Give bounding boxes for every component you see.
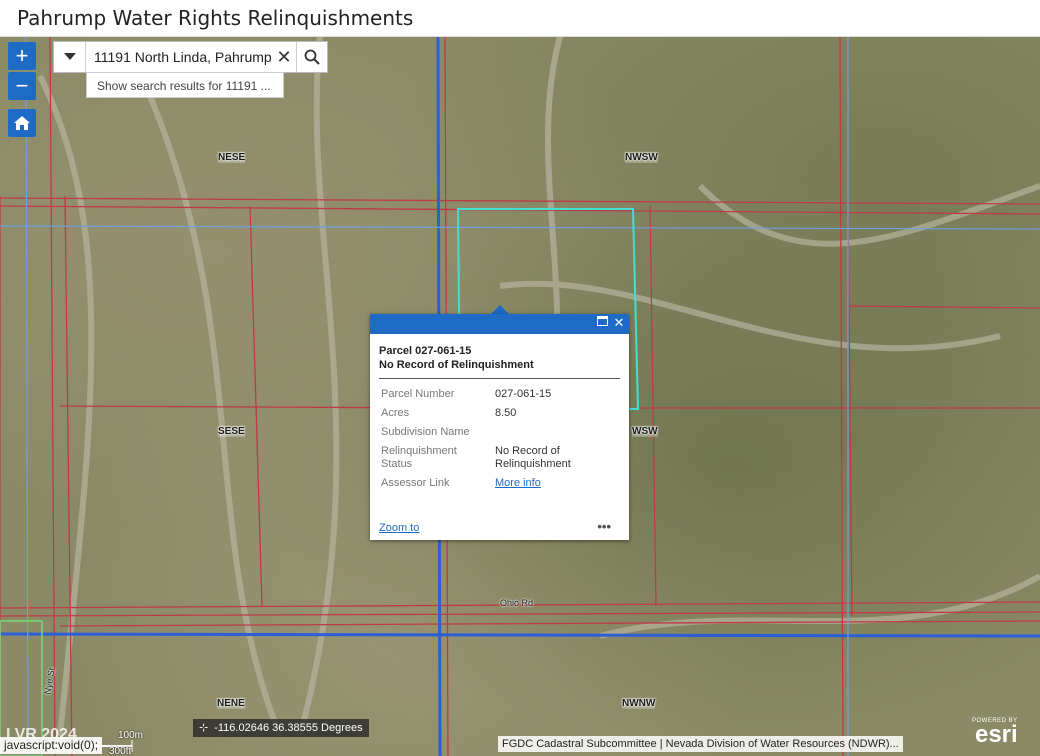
attr-key: Parcel Number	[381, 388, 455, 400]
attr-value: 8.50	[495, 407, 517, 419]
attr-row: Subdivision Name	[379, 423, 627, 442]
app-title: Pahrump Water Rights Relinquishments	[17, 6, 414, 30]
popup-title-status: No Record of Relinquishment	[379, 359, 534, 371]
attr-row: Parcel Number 027-061-15	[379, 385, 627, 404]
scale-metric: 100m	[118, 730, 144, 741]
attribution-bar[interactable]: FGDC Cadastral Subcommittee | Nevada Div…	[498, 736, 903, 752]
watermark: LVR 2024	[6, 726, 77, 743]
coordinate-text: -116.02646 36.38555 Degrees	[214, 722, 363, 734]
search-input[interactable]: 11191 North Linda, Pahrump	[86, 42, 272, 72]
esri-logo[interactable]: POWERED BY esri	[972, 718, 1018, 748]
zoom-in-button[interactable]: +	[8, 42, 36, 70]
popup-attributes: Parcel Number 027-061-15 Acres 8.50 Subdiv…	[379, 385, 627, 493]
clear-search-button[interactable]: ✕	[272, 42, 296, 72]
popup-header: ✕	[370, 314, 629, 334]
parcel-popup: ✕ Parcel 027-061-15 No Record of Relinqu…	[370, 314, 629, 540]
chevron-down-icon	[63, 53, 76, 60]
attr-value: No Record of Relinquishment	[495, 445, 571, 470]
popup-close-button[interactable]: ✕	[612, 316, 626, 330]
coordinate-readout: ⊹ -116.02646 36.38555 Degrees	[193, 719, 369, 737]
map-label-nese: NESE	[218, 152, 246, 163]
esri-name: esri	[974, 721, 1018, 748]
map-label-nwsw: NWSW	[625, 152, 658, 163]
attr-key: Acres	[381, 407, 410, 419]
attr-row: Assessor Link More info	[379, 474, 627, 493]
dock-button[interactable]	[595, 316, 609, 330]
home-icon	[14, 116, 30, 130]
app-header: Pahrump Water Rights Relinquishments	[0, 0, 1040, 37]
search-source-dropdown[interactable]	[54, 42, 86, 72]
attr-key: Subdivision Name	[381, 426, 470, 438]
attr-key: Relinquishment Status	[381, 445, 457, 470]
search-suggestion[interactable]: Show search results for 11191 ...	[86, 72, 284, 98]
search-icon	[304, 49, 320, 65]
map-label-nwnw: NWNW	[622, 698, 656, 709]
attr-value	[493, 423, 627, 442]
close-icon: ✕	[613, 315, 625, 330]
maximize-icon	[596, 316, 608, 326]
home-button[interactable]	[8, 109, 36, 137]
zoom-to-link[interactable]: Zoom to	[379, 522, 419, 534]
popup-title-parcel: Parcel 027-061-15	[379, 345, 472, 357]
attr-key: Assessor Link	[381, 477, 450, 489]
road-label-ohio: Ohio Rd	[500, 598, 534, 608]
map-label-wsw: WSW	[632, 426, 658, 437]
popup-pointer	[491, 305, 509, 314]
map-label-nene: NENE	[217, 698, 245, 709]
crosshair-icon[interactable]: ⊹	[199, 719, 208, 737]
assessor-link[interactable]: More info	[495, 477, 541, 489]
zoom-out-button[interactable]: −	[8, 72, 36, 100]
attr-row: Acres 8.50	[379, 404, 627, 423]
map-label-sese: SESE	[218, 426, 245, 437]
search-widget: 11191 North Linda, Pahrump ✕	[53, 41, 328, 73]
attr-value: 027-061-15	[495, 388, 552, 400]
popup-title: Parcel 027-061-15 No Record of Relinquis…	[379, 344, 620, 379]
more-actions-button[interactable]: •••	[597, 519, 611, 534]
search-button[interactable]	[296, 42, 327, 72]
close-icon: ✕	[276, 46, 292, 67]
scale-imperial: 300ft	[109, 746, 132, 756]
attr-row: Relinquishment Status No Record of Relinq…	[379, 442, 627, 474]
